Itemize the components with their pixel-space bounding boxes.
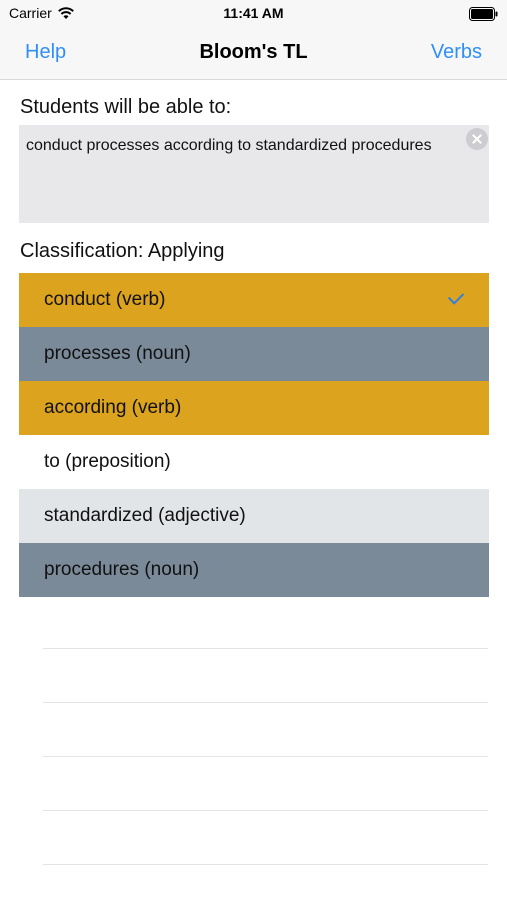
word-row-processes[interactable]: processes (noun) [19,327,489,381]
objective-prompt-label: Students will be able to: [20,96,232,118]
word-label: procedures (noun) [44,559,200,580]
row-separator [43,756,488,757]
word-label: conduct (verb) [44,289,166,310]
word-row-conduct[interactable]: conduct (verb) [19,273,489,327]
word-label: to (preposition) [44,451,171,472]
word-row-to[interactable]: to (preposition) [19,435,489,489]
row-separator [43,864,488,865]
word-label: according (verb) [44,397,182,418]
word-label: processes (noun) [44,343,191,364]
row-separator [43,648,488,649]
row-separator [43,810,488,811]
checkmark-icon [447,288,465,305]
classification-label: Classification: Applying [20,240,225,262]
navigation-bar: Help Bloom's TL Verbs [0,28,507,80]
row-separator [43,702,488,703]
word-label: standardized (adjective) [44,505,246,526]
objective-text-field[interactable] [19,125,489,223]
word-row-according[interactable]: according (verb) [19,381,489,435]
status-bar: Carrier 11:41 AM [0,0,507,28]
verbs-button[interactable]: Verbs [431,41,482,64]
clock: 11:41 AM [223,5,284,21]
word-row-procedures[interactable]: procedures (noun) [19,543,489,597]
clear-text-icon[interactable] [466,128,488,150]
word-list: conduct (verb) processes (noun) accordin… [19,273,489,597]
word-row-standardized[interactable]: standardized (adjective) [19,489,489,543]
battery-icon [469,7,498,21]
